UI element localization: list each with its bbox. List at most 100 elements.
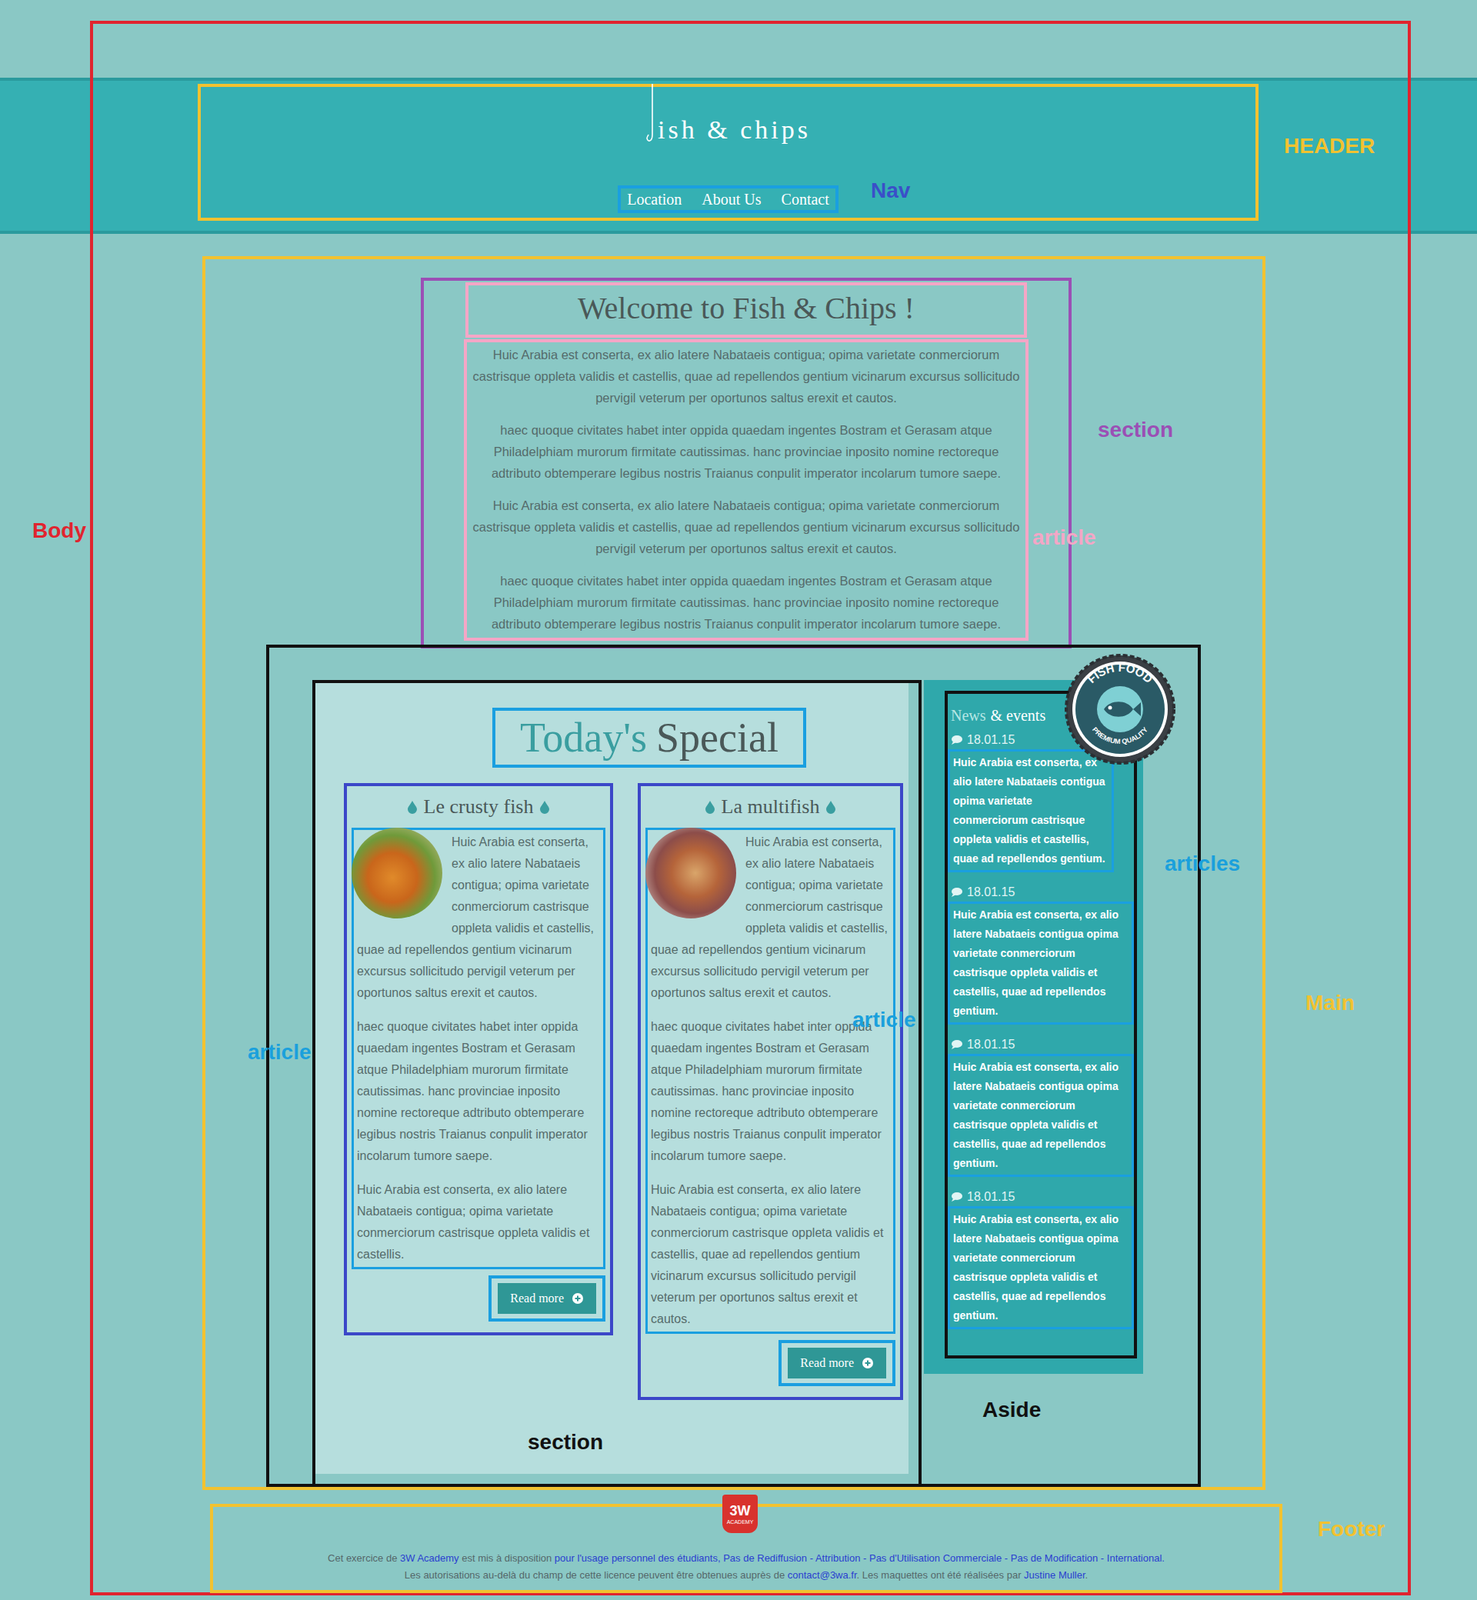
news-date: 18.01.15	[947, 1187, 1134, 1207]
news-text: Huic Arabia est conserta, ex alio latere…	[947, 749, 1114, 873]
footer-link[interactable]: contact@3wa.fr	[787, 1569, 857, 1581]
speech-bubble-icon	[950, 1039, 964, 1051]
annotation-label: Main	[1305, 990, 1355, 1016]
paragraph: haec quoque civitates habet inter oppida…	[470, 570, 1023, 635]
aside-panel: News& events18.01.15Huic Arabia est cons…	[923, 680, 1144, 1374]
news-rest: & events	[990, 704, 1047, 727]
paragraph: Huic Arabia est conserta, ex alio latere…	[650, 1179, 892, 1331]
nav: Location About Us Contact	[617, 185, 839, 214]
title-accent: Today's	[520, 710, 647, 765]
nav-link[interactable]: Contact	[781, 188, 830, 211]
dish-article: Le crusty fish Huic Arabia est conserta, …	[343, 783, 614, 1336]
fish-food-badge: FISH FOODPREMIUM QUALITY	[1063, 653, 1177, 766]
drop-icon	[825, 800, 837, 814]
content-wrapper: Today'sSpecial Le crusty fish Huic Arabia …	[266, 644, 1201, 1488]
nav-link[interactable]: About Us	[701, 188, 761, 211]
welcome-article: Huic Arabia est conserta, ex alio latere…	[463, 339, 1029, 641]
footer-link[interactable]: 3W Academy	[400, 1552, 460, 1564]
paragraph: Huic Arabia est conserta, ex alio latere…	[356, 1179, 602, 1266]
news-accent: News	[950, 704, 987, 727]
specials-card: Today'sSpecial Le crusty fish Huic Arabia …	[315, 683, 909, 1474]
date-text: 18.01.15	[966, 883, 1015, 902]
aside: News& events18.01.15Huic Arabia est cons…	[944, 690, 1137, 1359]
academy-logo[interactable]: 3WACADEMY	[722, 1494, 758, 1534]
footer-link[interactable]: Justine Muller	[1023, 1569, 1085, 1581]
date-text: 18.01.15	[966, 1187, 1015, 1207]
annotation-label: HEADER	[1283, 133, 1375, 159]
button-label: Read more	[800, 1354, 854, 1372]
food-photo	[645, 827, 737, 919]
annotation-label: articles	[1164, 851, 1241, 877]
annotation-label: article	[1032, 525, 1097, 551]
dish-name: La multifish	[721, 793, 821, 821]
circle-plus-icon	[861, 1356, 874, 1370]
dish-title: La multifish	[645, 793, 896, 821]
news-item[interactable]: 18.01.15Huic Arabia est conserta, ex ali…	[947, 883, 1134, 1025]
button-annotation-box: Read more	[778, 1340, 896, 1387]
news-text: Huic Arabia est conserta, ex alio latere…	[947, 901, 1134, 1025]
specials-section: Today'sSpecial Le crusty fish Huic Arabia …	[312, 680, 922, 1484]
date-text: 18.01.15	[966, 730, 1015, 750]
header: ish & chips Location About Us Contact	[197, 83, 1259, 221]
logo-sub: ACADEMY	[726, 1518, 754, 1526]
welcome-title: Welcome to Fish & Chips !	[465, 282, 1027, 338]
specials-title: Today'sSpecial	[492, 707, 807, 768]
paragraph: Huic Arabia est conserta, ex alio latere…	[470, 494, 1023, 560]
footer-link[interactable]: pour l'usage personnel des étudiants, Pa…	[554, 1552, 1165, 1564]
news-text: Huic Arabia est conserta, ex alio latere…	[947, 1053, 1134, 1177]
annotation-label: article	[852, 1007, 917, 1033]
title-rest: Special	[656, 710, 779, 765]
footer-text: Cet exercice de	[327, 1552, 401, 1564]
footer-text: Les autorisations au-delà du champ de ce…	[404, 1569, 788, 1581]
annotation-label: Body	[32, 518, 87, 544]
speech-bubble-icon	[950, 886, 964, 898]
paragraph: haec quoque civitates habet inter oppida…	[470, 419, 1023, 484]
specials-list: Le crusty fish Huic Arabia est conserta, …	[343, 783, 909, 1401]
annotation-label: Aside	[982, 1397, 1041, 1423]
page: ish & chips Location About Us Contact Welcom…	[0, 0, 1477, 1600]
header-band: ish & chips Location About Us Contact	[0, 77, 1477, 234]
dish-footer: Read more	[351, 1275, 606, 1322]
footer-text: .	[1085, 1569, 1089, 1581]
news-item[interactable]: 18.01.15Huic Arabia est conserta, ex ali…	[947, 1035, 1134, 1177]
footer-text: . Les maquettes ont été réalisées par	[856, 1569, 1025, 1581]
button-label: Read more	[510, 1290, 564, 1307]
nav-link[interactable]: Location	[626, 188, 682, 211]
annotation-label: Footer	[1317, 1517, 1385, 1542]
annotation-label: section	[1097, 417, 1174, 443]
dish-article: La multifish Huic Arabia est conserta, ex…	[637, 783, 904, 1401]
welcome-section: Welcome to Fish & Chips !Huic Arabia est…	[420, 277, 1072, 649]
logo[interactable]: ish & chips	[645, 86, 811, 147]
footer-line: Cet exercice de 3W Academy est mis à dis…	[220, 1550, 1272, 1568]
paragraph: haec quoque civitates habet inter oppida…	[650, 1016, 892, 1167]
annotation-label: article	[247, 1040, 312, 1065]
food-photo	[351, 827, 443, 919]
logo-main: 3W	[730, 1503, 751, 1519]
drop-icon	[406, 800, 418, 814]
dish-footer: Read more	[645, 1340, 896, 1387]
read-more-button[interactable]: Read more	[497, 1283, 597, 1314]
footer-line: Les autorisations au-delà du champ de ce…	[220, 1567, 1272, 1584]
button-annotation-box: Read more	[488, 1275, 606, 1322]
annotation-label: Nav	[870, 178, 911, 204]
dish-title: Le crusty fish	[351, 793, 606, 821]
footer-text: est mis à disposition	[459, 1552, 555, 1564]
news-item[interactable]: 18.01.15Huic Arabia est conserta, ex ali…	[947, 1187, 1134, 1330]
footer: 3WACADEMY Cet exercice de 3W Academy est …	[210, 1503, 1283, 1594]
dish-name: Le crusty fish	[423, 793, 534, 821]
drop-icon	[539, 800, 551, 814]
date-text: 18.01.15	[966, 1035, 1015, 1054]
badge-icon: FISH FOODPREMIUM QUALITY	[1063, 653, 1177, 766]
speech-bubble-icon	[950, 734, 964, 746]
drop-icon	[704, 800, 716, 814]
news-date: 18.01.15	[947, 883, 1134, 902]
circle-plus-icon	[571, 1292, 584, 1305]
speech-bubble-icon	[950, 1191, 964, 1203]
svg-text:FISH FOOD: FISH FOOD	[1084, 660, 1156, 686]
fishhook-icon	[645, 83, 657, 147]
paragraph: haec quoque civitates habet inter oppida…	[356, 1016, 602, 1167]
dish-body: Huic Arabia est conserta, ex alio latere…	[645, 827, 896, 1334]
read-more-button[interactable]: Read more	[787, 1347, 887, 1379]
paragraph: Huic Arabia est conserta, ex alio latere…	[470, 343, 1023, 409]
news-text: Huic Arabia est conserta, ex alio latere…	[947, 1206, 1134, 1330]
